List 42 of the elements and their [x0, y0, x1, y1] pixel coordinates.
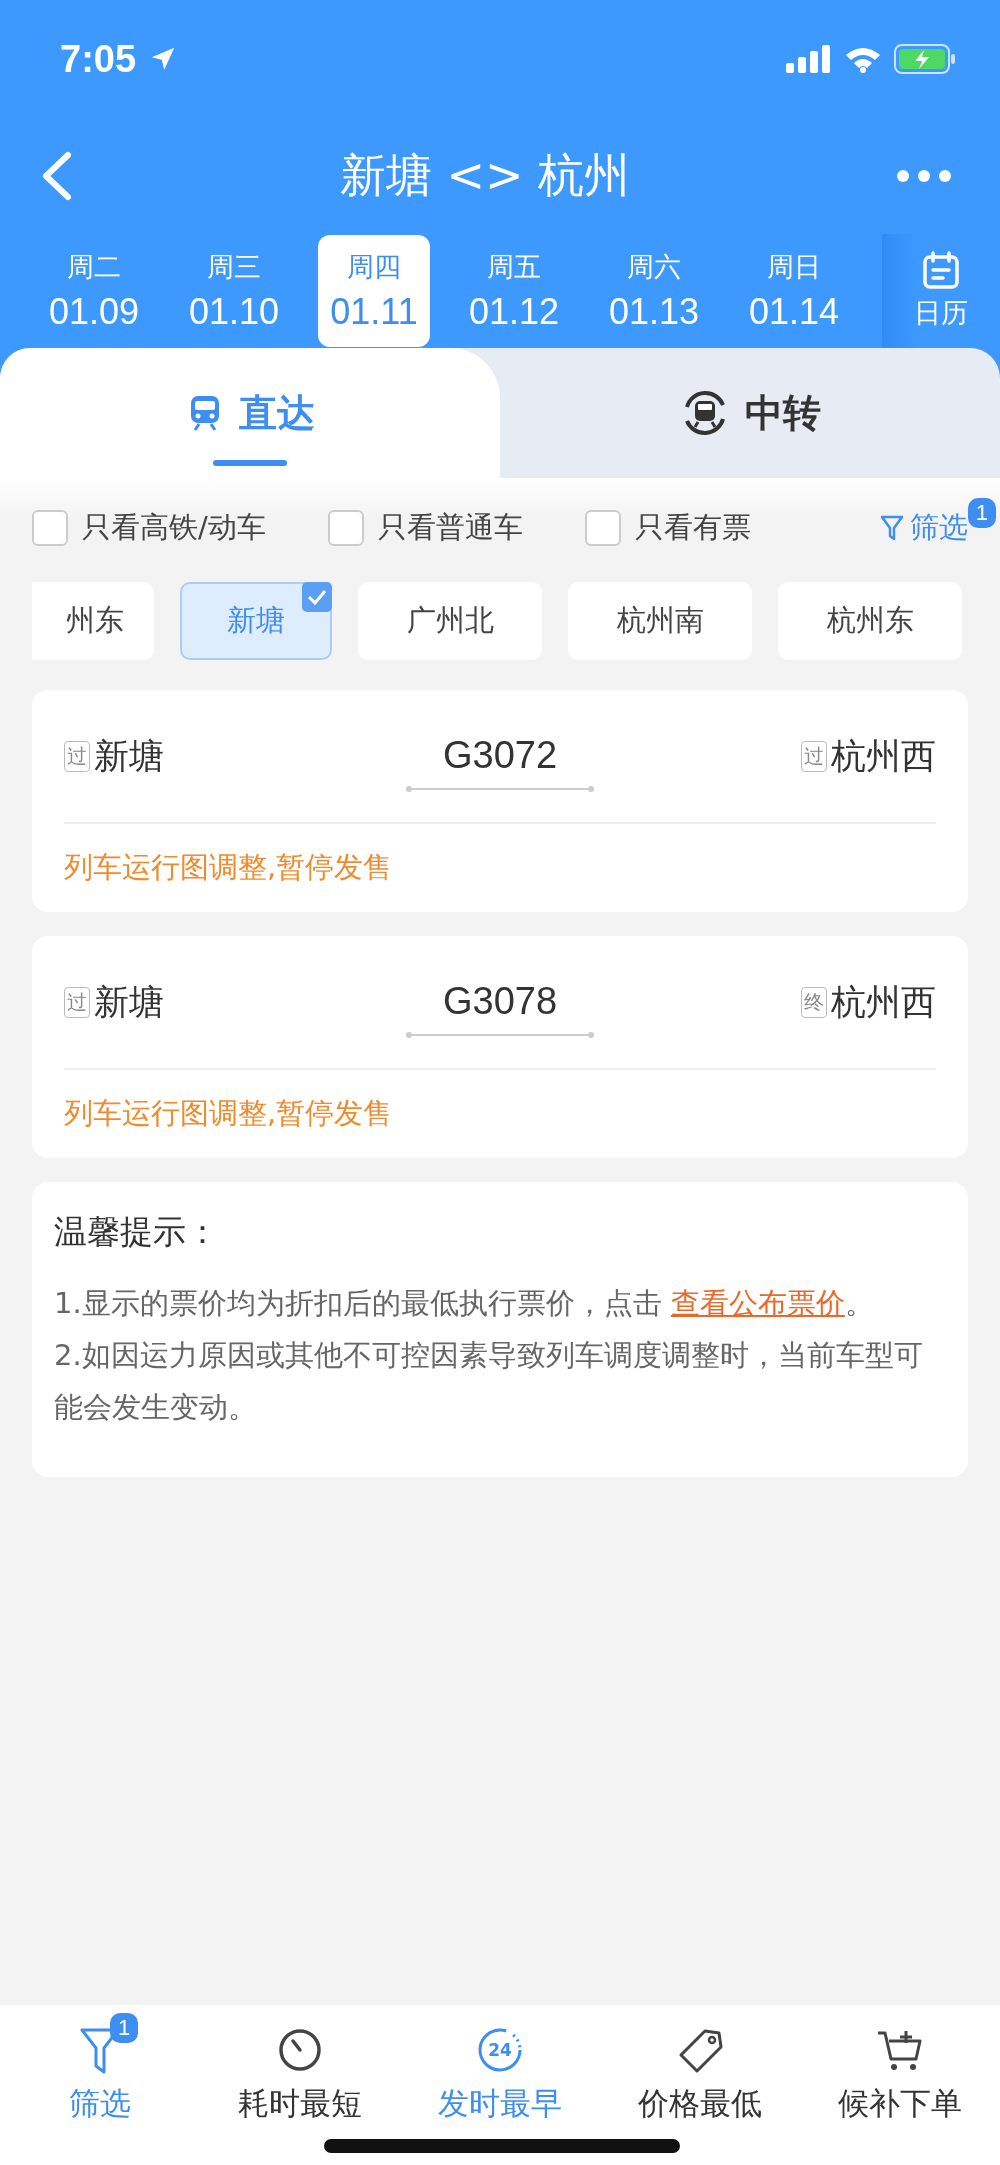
- route-title: 新塘 <> 杭州: [339, 147, 631, 204]
- arrival-station: 杭州西: [831, 980, 936, 1024]
- departure-station: 新塘: [94, 980, 164, 1024]
- filter-checkbox[interactable]: 只看普通车: [327, 508, 523, 548]
- sort-tab[interactable]: 耗时最短: [200, 2009, 400, 2125]
- sale-notice: 列车运行图调整,暂停发售: [64, 849, 394, 886]
- train-card[interactable]: 过 新塘 G3078 终 杭州西 列车运行图调整,暂停发售: [32, 936, 968, 1158]
- departure-station: 新塘: [94, 734, 164, 778]
- tips-text: 2.如因运力原因或其他不可控因素导致列车调度调整时，当前车型可能会发生变动。: [54, 1337, 924, 1426]
- back-icon[interactable]: [40, 151, 74, 201]
- station-chip[interactable]: 州东: [32, 582, 154, 660]
- station-tag: 过: [801, 740, 827, 772]
- route-tab[interactable]: 中转: [500, 348, 1000, 478]
- station-chip[interactable]: 杭州南: [568, 582, 752, 660]
- filter-icon: [880, 514, 904, 542]
- wifi-icon: [844, 45, 882, 73]
- station-chip[interactable]: 杭州东: [778, 582, 962, 660]
- status-time: 7:05: [60, 37, 137, 81]
- signal-icon: [786, 45, 832, 73]
- tips-text: 1.显示的票价均为折扣后的最低执行票价，点击 查看公布票价。: [54, 1285, 875, 1322]
- train-number: G3072: [442, 733, 558, 777]
- arrival-station: 杭州西: [831, 734, 936, 778]
- calendar-icon: [921, 251, 961, 291]
- battery-icon: [894, 44, 956, 74]
- sort-tab[interactable]: 候补下单: [800, 2009, 1000, 2125]
- tips-title: 温馨提示：: [54, 1211, 220, 1253]
- filter-checkbox[interactable]: 只看有票: [584, 508, 751, 548]
- clock-icon: 24: [476, 2026, 524, 2074]
- train-number: G3078: [442, 979, 558, 1023]
- station-tag: 过: [64, 986, 90, 1018]
- count-badge: 1: [110, 2013, 139, 2043]
- sort-tab[interactable]: 价格最低: [600, 2009, 800, 2125]
- timer-icon: [277, 2027, 323, 2073]
- more-icon[interactable]: [896, 169, 952, 183]
- station-tag: 过: [64, 740, 90, 772]
- count-badge: 1: [967, 498, 996, 528]
- train-card[interactable]: 过 新塘 G3072 过 杭州西 列车运行图调整,暂停发售: [32, 690, 968, 912]
- sale-notice: 列车运行图调整,暂停发售: [64, 1095, 394, 1132]
- station-tag: 终: [801, 986, 827, 1018]
- filter-checkbox[interactable]: 只看高铁/动车: [32, 508, 266, 548]
- check-icon: [302, 582, 332, 612]
- station-chip[interactable]: 广州北: [358, 582, 542, 660]
